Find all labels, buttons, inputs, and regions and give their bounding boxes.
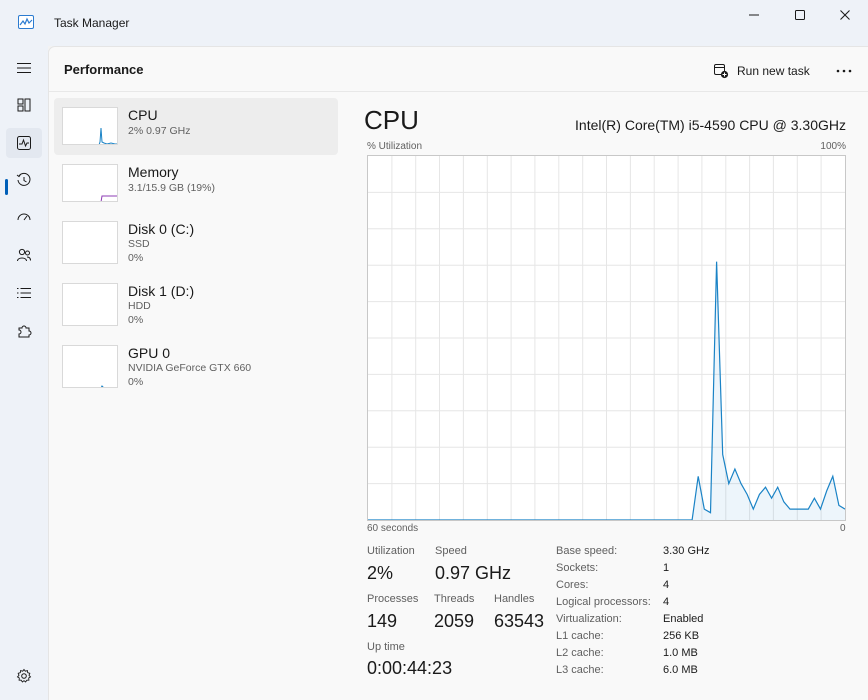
graph-y-label: % Utilization: [367, 141, 423, 152]
resource-name: Memory: [128, 164, 179, 180]
speed-value: 0.97 GHz: [435, 563, 512, 583]
nav-processes[interactable]: [6, 53, 42, 83]
resource-name: CPU: [128, 107, 158, 123]
close-icon: [840, 10, 850, 20]
resource-name: Disk 1 (D:): [128, 283, 195, 299]
nav-apps[interactable]: [6, 90, 42, 120]
cpu-utilization-graph: [367, 155, 846, 521]
puzzle-icon: [18, 325, 32, 338]
sockets-value: 1: [663, 562, 670, 574]
close-button[interactable]: [822, 4, 868, 26]
handles-label: Handles: [494, 593, 535, 605]
minimize-button[interactable]: [731, 4, 777, 26]
logical-processors-label: Logical processors:: [556, 596, 651, 608]
processes-label: Processes: [367, 593, 419, 605]
history-icon: [16, 172, 31, 186]
resource-detail: HDD: [128, 300, 151, 312]
utilization-value: 2%: [367, 563, 394, 583]
cores-label: Cores:: [556, 579, 589, 591]
window-title: Task Manager: [54, 16, 130, 30]
pulse-icon: [17, 136, 31, 150]
resource-detail: 2% 0.97 GHz: [128, 125, 191, 137]
cpu-model-name: Intel(R) Core(TM) i5-4590 CPU @ 3.30GHz: [575, 117, 846, 133]
utilization-label: Utilization: [367, 545, 415, 557]
list-icon: [17, 288, 31, 298]
users-icon: [17, 248, 31, 262]
maximize-button[interactable]: [777, 4, 823, 26]
run-task-icon: [714, 64, 729, 79]
threads-value: 2059: [434, 611, 475, 631]
detail-title: CPU: [364, 105, 419, 135]
resource-item-cpu[interactable]: CPU 2% 0.97 GHz: [54, 98, 338, 155]
graph-y-max: 100%: [820, 141, 846, 152]
resource-usage: 0%: [128, 376, 144, 388]
handles-value: 63543: [494, 611, 545, 631]
resource-detail: 3.1/15.9 GB (19%): [128, 182, 215, 194]
main-content: Performance Run new task CPU 2% 0.97 GHz…: [48, 46, 868, 700]
resource-item-memory[interactable]: Memory 3.1/15.9 GB (19%): [54, 155, 338, 212]
l2-cache-value: 1.0 MB: [663, 647, 698, 659]
sockets-label: Sockets:: [556, 562, 599, 574]
resource-name: Disk 0 (C:): [128, 221, 195, 237]
cpu-thumbnail-graph: [62, 107, 118, 145]
virtualization-label: Virtualization:: [556, 613, 622, 625]
run-new-task-button[interactable]: Run new task: [713, 59, 810, 83]
nav-details[interactable]: [6, 278, 42, 308]
resource-item-disk-1[interactable]: Disk 1 (D:) HDD 0%: [54, 274, 338, 331]
cores-value: 4: [663, 579, 670, 591]
graph-y-min: 0: [840, 523, 846, 534]
navigation-rail: [0, 46, 48, 700]
base-speed-label: Base speed:: [556, 545, 618, 557]
resource-usage: 0%: [128, 314, 144, 326]
processes-value: 149: [367, 611, 398, 631]
gauge-icon: [17, 213, 31, 221]
speed-label: Speed: [435, 545, 467, 557]
resource-item-gpu-0[interactable]: GPU 0 NVIDIA GeForce GTX 660 0%: [54, 336, 338, 393]
resource-detail: SSD: [128, 238, 150, 250]
disk-0-thumbnail-graph: [62, 221, 118, 264]
resource-usage: 0%: [128, 252, 144, 264]
resource-detail: NVIDIA GeForce GTX 660: [128, 362, 252, 374]
more-horizontal-icon: [836, 69, 852, 73]
task-manager-app-icon: [18, 15, 34, 29]
header-divider: [49, 91, 868, 92]
logical-processors-value: 4: [663, 596, 670, 608]
run-new-task-label: Run new task: [737, 64, 810, 78]
virtualization-value: Enabled: [663, 613, 704, 625]
nav-startup[interactable]: [6, 202, 42, 232]
resource-name: GPU 0: [128, 345, 171, 361]
minimize-icon: [749, 14, 759, 16]
l3-cache-value: 6.0 MB: [663, 664, 698, 676]
uptime-value: 0:00:44:23: [367, 658, 453, 678]
l1-cache-label: L1 cache:: [556, 630, 604, 642]
uptime-label: Up time: [367, 641, 405, 653]
disk-1-thumbnail-graph: [62, 283, 118, 326]
gpu-0-thumbnail-graph: [62, 345, 118, 388]
threads-label: Threads: [434, 593, 475, 605]
maximize-icon: [795, 10, 805, 20]
nav-performance[interactable]: [6, 128, 42, 158]
grid-icon: [17, 98, 31, 112]
nav-services[interactable]: [6, 316, 42, 346]
page-title: Performance: [64, 62, 144, 77]
hamburger-icon: [17, 63, 31, 73]
l1-cache-value: 256 KB: [663, 630, 700, 642]
nav-users[interactable]: [6, 240, 42, 270]
memory-thumbnail-graph: [62, 164, 118, 202]
nav-app-history[interactable]: [6, 165, 42, 195]
l3-cache-label: L3 cache:: [556, 664, 604, 676]
gear-icon: [16, 668, 32, 683]
base-speed-value: 3.30 GHz: [663, 545, 710, 557]
graph-time-span: 60 seconds: [367, 523, 419, 534]
more-options-button[interactable]: [833, 60, 855, 82]
resource-item-disk-0[interactable]: Disk 0 (C:) SSD 0%: [54, 212, 338, 269]
title-bar: Task Manager: [0, 0, 868, 46]
l2-cache-label: L2 cache:: [556, 647, 604, 659]
settings-button[interactable]: [6, 661, 42, 691]
